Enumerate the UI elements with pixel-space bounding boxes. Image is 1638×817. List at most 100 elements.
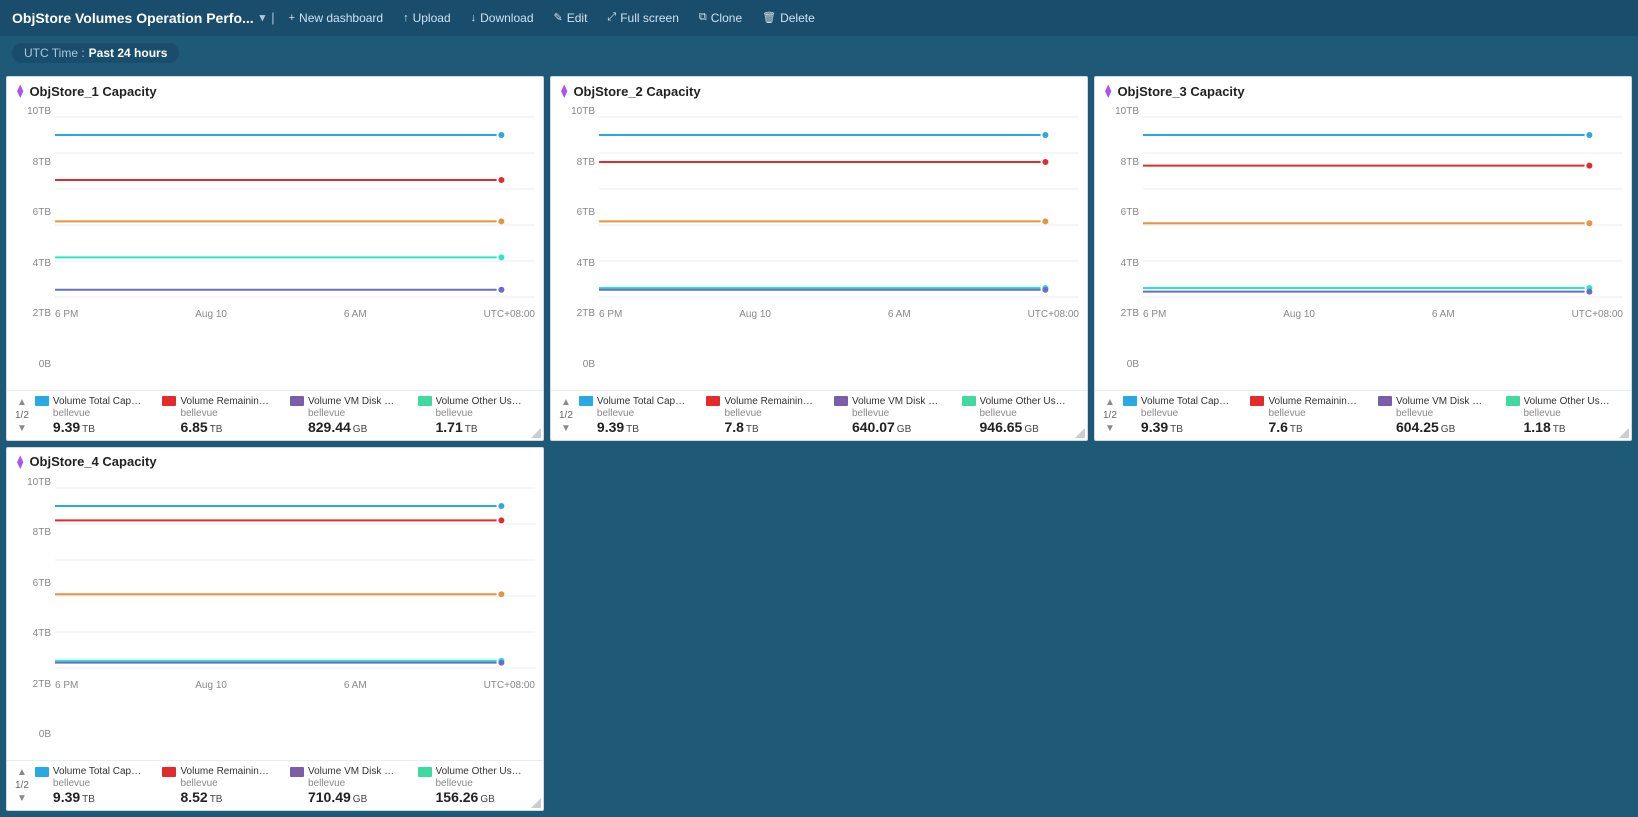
panel-resize-handle[interactable] [531,428,543,440]
nav-down-arrow[interactable]: ▼ [17,423,27,434]
legend-header: Volume Remaining Cap... [706,396,824,407]
x-axis-label: UTC+08:00 [484,309,535,320]
value-unit: TB [1553,424,1566,435]
legend-sub: bellevue [1378,408,1496,419]
time-filter-badge[interactable]: UTC Time : Past 24 hours [12,43,179,63]
delete-icon: 🗑 [762,11,776,24]
legend-sub: bellevue [162,778,280,789]
nav-page: 1/2 [1103,410,1117,421]
x-axis-label: UTC+08:00 [1028,309,1079,320]
chart-area: 0B2TB4TB6TB8TB10TB6 PMAug 106 AMUTC+08:0… [1095,103,1631,390]
legend-color-bar [1378,396,1392,406]
legend-name: Volume Remaining Cap... [724,396,814,407]
value-number: 7.8 [724,419,743,435]
legend-nav: ▲ 1/2 ▼ [1103,396,1123,435]
title-chevron-icon[interactable]: ▾ [260,11,266,24]
legend-value: 710.49 GB [290,789,408,805]
legend-name: Volume Total Capacit... [53,766,143,777]
value-unit: TB [1170,424,1183,435]
nav-up-arrow[interactable]: ▲ [1105,397,1115,408]
edit-button[interactable]: ✎ Edit [546,8,596,28]
value-number: 1.71 [436,419,463,435]
nav-page: 1/2 [15,410,29,421]
legend-area: ▲ 1/2 ▼ Volume Total Capacit... bellevue… [7,760,543,810]
value-number: 946.65 [980,419,1023,435]
y-axis-label: 4TB [7,259,51,269]
y-axis-label: 0B [1095,360,1139,370]
legend-area: ▲ 1/2 ▼ Volume Total Capacit... bellevue… [7,390,543,440]
y-axis-label: 6TB [1095,208,1139,218]
chart-panel-2: ⧫ ObjStore_2 Capacity 0B2TB4TB6TB8TB10TB… [550,76,1088,441]
value-unit: GB [897,424,911,435]
nav-down-arrow[interactable]: ▼ [17,793,27,804]
legend-color-bar [962,396,976,406]
panel-resize-handle[interactable] [1075,428,1087,440]
legend-items: Volume Total Capacit... bellevue 9.39 TB… [35,766,535,805]
value-unit: TB [1290,424,1303,435]
y-axis-label: 0B [7,360,51,370]
nav-up-arrow[interactable]: ▲ [17,397,27,408]
legend-color-bar [418,767,432,777]
legend-sub: bellevue [418,408,536,419]
value-number: 9.39 [53,419,80,435]
legend-item: Volume Other Used Ca... bellevue 1.71 TB [418,396,536,435]
chart-area: 0B2TB4TB6TB8TB10TB6 PMAug 106 AMUTC+08:0… [7,103,543,390]
legend-sub: bellevue [962,408,1080,419]
panel-title: ObjStore_1 Capacity [29,84,156,99]
panel-resize-handle[interactable] [531,798,543,810]
legend-value: 9.39 TB [1123,419,1241,435]
y-axis-label: 0B [551,360,595,370]
fullscreen-label: Full screen [620,11,679,25]
legend-nav: ▲ 1/2 ▼ [15,766,35,805]
legend-value: 9.39 TB [35,789,153,805]
nav-up-arrow[interactable]: ▲ [17,767,27,778]
chart-panel-4: ⧫ ObjStore_4 Capacity 0B2TB4TB6TB8TB10TB… [6,447,544,812]
y-axis-label: 2TB [1095,309,1139,319]
legend-item: Volume Remaining Cap... bellevue 7.8 TB [706,396,824,435]
nav-up-arrow[interactable]: ▲ [561,397,571,408]
legend-header: Volume Remaining Cap... [1250,396,1368,407]
value-number: 8.52 [180,789,207,805]
legend-sub: bellevue [579,408,697,419]
chart-svg [55,107,535,307]
x-axis-label: Aug 10 [195,680,227,691]
upload-button[interactable]: ↑ Upload [395,8,459,28]
plus-icon: + [289,12,295,24]
legend-color-bar [162,396,176,406]
legend-item: Volume VM Disk Used ... bellevue 640.07 … [834,396,952,435]
value-number: 7.6 [1268,419,1287,435]
y-axis-label: 4TB [7,629,51,639]
clone-button[interactable]: ⧉ Clone [691,8,750,28]
legend-items: Volume Total Capacit... bellevue 9.39 TB… [1123,396,1623,435]
legend-color-bar [290,767,304,777]
legend-item: Volume Remaining Cap... bellevue 7.6 TB [1250,396,1368,435]
y-axis-label: 10TB [1095,107,1139,117]
chart-area: 0B2TB4TB6TB8TB10TB6 PMAug 106 AMUTC+08:0… [551,103,1087,390]
legend-header: Volume VM Disk Used ... [290,396,408,407]
legend-header: Volume Total Capacit... [35,396,153,407]
legend-header: Volume Total Capacit... [579,396,697,407]
legend-name: Volume Other Used Ca... [1524,396,1614,407]
legend-name: Volume Total Capacit... [597,396,687,407]
panel-header: ⧫ ObjStore_1 Capacity [7,77,543,103]
legend-area: ▲ 1/2 ▼ Volume Total Capacit... bellevue… [551,390,1087,440]
value-unit: TB [82,794,95,805]
x-axis-label: 6 AM [888,309,911,320]
panel-resize-handle[interactable] [1619,428,1631,440]
legend-items: Volume Total Capacit... bellevue 9.39 TB… [35,396,535,435]
legend-color-bar [1123,396,1137,406]
download-button[interactable]: ↓ Download [463,8,542,28]
delete-button[interactable]: 🗑 Delete [754,8,823,28]
legend-color-bar [1250,396,1264,406]
fullscreen-button[interactable]: ⤢ Full screen [599,8,687,28]
nav-down-arrow[interactable]: ▼ [561,423,571,434]
new-dashboard-button[interactable]: + New dashboard [281,8,392,28]
delete-label: Delete [780,11,815,25]
value-number: 829.44 [308,419,351,435]
nav-down-arrow[interactable]: ▼ [1105,423,1115,434]
chart-panel-1: ⧫ ObjStore_1 Capacity 0B2TB4TB6TB8TB10TB… [6,76,544,441]
legend-name: Volume Other Used Ca... [436,766,526,777]
chart-svg [599,107,1079,307]
fullscreen-icon: ⤢ [607,11,616,24]
legend-color-bar [706,396,720,406]
